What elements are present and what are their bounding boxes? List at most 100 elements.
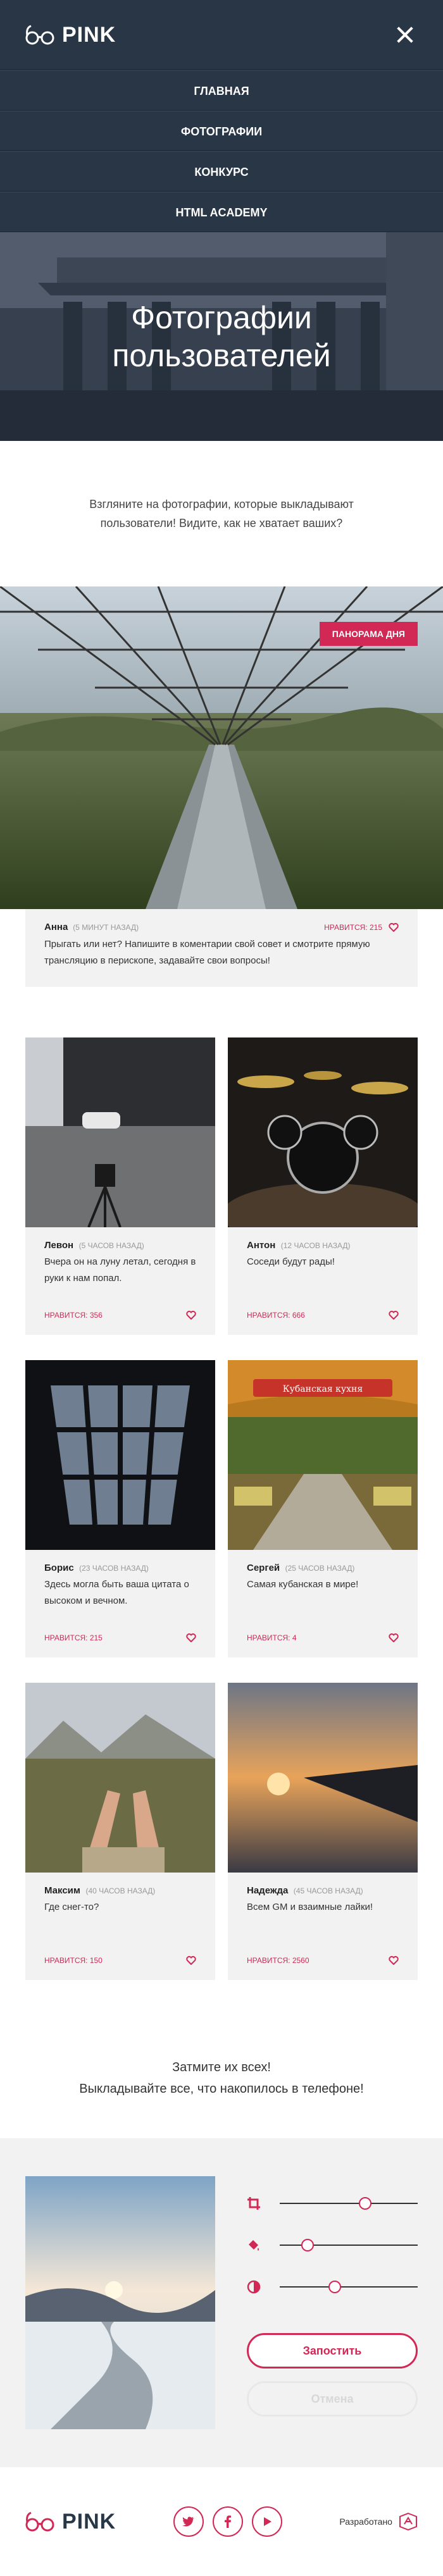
author-info: Анна (5 минут назад) (44, 922, 139, 932)
photo-image[interactable] (228, 1037, 418, 1227)
twitter-link[interactable] (173, 2506, 204, 2537)
like-button[interactable]: Нравится: 666 (247, 1311, 399, 1320)
cancel-button[interactable]: Отмена (247, 2381, 418, 2417)
post-time: (5 минут назад) (73, 923, 139, 932)
winter-road-image (25, 2176, 215, 2429)
drums-photo-image (228, 1037, 418, 1227)
glasses-logo-icon (25, 25, 54, 45)
cafe-sign: Кубанская кухня (283, 1384, 363, 1394)
youtube-link[interactable] (251, 2506, 282, 2537)
hero: Фотографии пользователей (0, 232, 443, 441)
post-time: (40 часов назад) (85, 1886, 156, 1895)
author-info: Левон (5 часов назад) (44, 1240, 196, 1251)
photo-card: Надежда (45 часов назад) Всем GM и взаим… (228, 1683, 418, 1980)
facebook-link[interactable] (212, 2506, 243, 2537)
nav-item-contest[interactable]: Конкурс (0, 151, 443, 192)
photo-info: Максим (40 часов назад) Где снег-то? Нра… (25, 1873, 215, 1980)
photo-info: Левон (5 часов назад) Вчера он на луну л… (25, 1227, 215, 1335)
photo-image[interactable] (25, 1360, 215, 1550)
outro-line2: Выкладывайте все, что накопилось в телеф… (79, 2082, 364, 2096)
panorama-card: Анна (5 минут назад) Нравится: 215 Прыга… (25, 909, 418, 987)
crop-slider-thumb[interactable] (359, 2197, 372, 2210)
crop-icon (247, 2197, 260, 2210)
photo-editor: Запостить Отмена (0, 2138, 443, 2467)
editor-controls: Запостить Отмена (247, 2176, 418, 2429)
academy-logo-icon (399, 2513, 417, 2530)
contrast-icon (247, 2280, 261, 2294)
like-button[interactable]: Нравится: 4 (247, 1633, 399, 1642)
author-info: Максим (40 часов назад) (44, 1885, 196, 1897)
author-info: Антон (12 часов назад) (247, 1240, 399, 1251)
footer-logo[interactable]: PINK (25, 2510, 116, 2534)
author-info: Борис (23 часов назад) (44, 1563, 196, 1574)
page-title: Фотографии пользователей (112, 299, 330, 375)
editor-preview (25, 2176, 215, 2429)
logo-text: PINK (62, 22, 116, 47)
photo-card: Кубанская кухня Сергей (25 часов назад) … (228, 1360, 418, 1657)
heart-icon (389, 1633, 399, 1642)
heart-icon (389, 1311, 399, 1320)
post-time: (5 часов назад) (78, 1241, 144, 1250)
like-button[interactable]: Нравится: 215 (324, 923, 399, 932)
fill-slider-thumb[interactable] (301, 2239, 314, 2251)
post-text: Прыгать или нет? Напишите в коментарии с… (44, 939, 370, 966)
site-footer: PINK Разработано (0, 2467, 443, 2576)
photo-card: Левон (5 часов назад) Вчера он на луну л… (25, 1037, 215, 1335)
facebook-icon (224, 2515, 231, 2528)
plane-wing-photo-image (228, 1683, 418, 1873)
fill-slider[interactable] (280, 2239, 418, 2251)
photo-info: Антон (12 часов назад) Соседи будут рады… (228, 1227, 418, 1335)
page-title-line2: пользователей (112, 338, 331, 373)
card-header: Анна (5 минут назад) Нравится: 215 (44, 922, 399, 932)
contrast-slider[interactable] (280, 2281, 418, 2293)
heart-icon (186, 1311, 196, 1320)
like-button[interactable]: Нравится: 2560 (247, 1956, 399, 1965)
camera-photo-image (25, 1037, 215, 1227)
crop-slider[interactable] (280, 2197, 418, 2210)
photo-info: Надежда (45 часов назад) Всем GM и взаим… (228, 1873, 418, 1980)
post-text: Где снег-то? (44, 1902, 99, 1912)
likes-count: Нравится: 666 (247, 1311, 305, 1320)
glasses-logo-icon (25, 2511, 54, 2532)
like-button[interactable]: Нравится: 215 (44, 1633, 196, 1642)
like-button[interactable]: Нравится: 356 (44, 1311, 196, 1320)
outro-text: Затмите их всех! Выкладывайте все, что н… (79, 2057, 363, 2100)
contrast-slider-thumb[interactable] (328, 2281, 342, 2293)
heart-icon (389, 922, 399, 932)
cafe-photo-image: Кубанская кухня (228, 1360, 418, 1550)
photo-image[interactable] (228, 1683, 418, 1873)
intro-text: Взгляните на фотографии, которые выклады… (89, 498, 354, 529)
post-time: (23 часов назад) (79, 1564, 149, 1573)
author-name[interactable]: Сергей (247, 1563, 280, 1573)
photo-image[interactable] (25, 1037, 215, 1227)
like-button[interactable]: Нравится: 150 (44, 1956, 196, 1965)
likes-count: Нравится: 2560 (247, 1956, 309, 1965)
author-name[interactable]: Левон (44, 1240, 73, 1251)
post-time: (45 часов назад) (293, 1886, 363, 1895)
close-menu-button[interactable] (392, 22, 418, 47)
author-name[interactable]: Максим (44, 1885, 80, 1896)
outro-line1: Затмите их всех! (172, 2060, 271, 2074)
author-name[interactable]: Антон (247, 1240, 275, 1251)
fill-icon (249, 2240, 259, 2251)
photo-image[interactable] (25, 1683, 215, 1873)
heart-icon (389, 1956, 399, 1965)
photo-image[interactable]: Кубанская кухня (228, 1360, 418, 1550)
outro: Затмите их всех! Выкладывайте все, что н… (0, 2018, 443, 2138)
author-name[interactable]: Борис (44, 1563, 74, 1573)
author-name[interactable]: Надежда (247, 1885, 288, 1896)
window-photo-image (25, 1360, 215, 1550)
submit-button[interactable]: Запостить (247, 2333, 418, 2369)
developer-credit[interactable]: Разработано (339, 2513, 418, 2530)
panorama-photo[interactable]: Панорама дня (0, 586, 443, 909)
nav-item-home[interactable]: Главная (0, 70, 443, 111)
nav-item-academy[interactable]: HTML Academy (0, 192, 443, 232)
post-text: Здесь могла быть ваша цитата о высоком и… (44, 1579, 189, 1606)
photo-card: Борис (23 часов назад) Здесь могла быть … (25, 1360, 215, 1657)
photo-info: Сергей (25 часов назад) Самая кубанская … (228, 1550, 418, 1657)
author-name[interactable]: Анна (44, 922, 68, 932)
likes-count: Нравится: 150 (44, 1956, 103, 1965)
photo-grid: Левон (5 часов назад) Вчера он на луну л… (0, 987, 443, 2018)
nav-item-photos[interactable]: Фотографии (0, 111, 443, 151)
logo[interactable]: PINK (25, 23, 116, 47)
